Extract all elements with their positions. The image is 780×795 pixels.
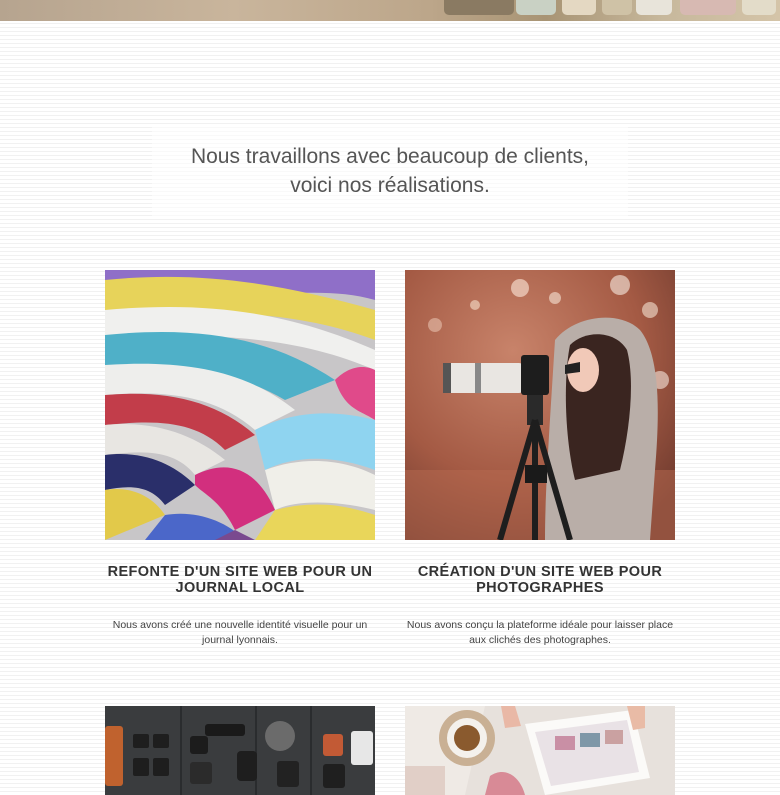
project-image-camera-gear[interactable] — [105, 706, 375, 795]
project-card[interactable]: REFONTE D'UN SITE WEB POUR UN JOURNAL LO… — [105, 270, 375, 647]
project-card[interactable] — [405, 706, 675, 795]
project-title[interactable]: CRÉATION D'UN SITE WEB POUR PHOTOGRAPHES — [405, 564, 675, 596]
intro-box: Nous travaillons avec beaucoup de client… — [152, 124, 628, 218]
project-card[interactable]: CRÉATION D'UN SITE WEB POUR PHOTOGRAPHES… — [405, 270, 675, 647]
intro-heading: Nous travaillons avec beaucoup de client… — [191, 142, 589, 200]
project-title[interactable]: REFONTE D'UN SITE WEB POUR UN JOURNAL LO… — [105, 564, 375, 596]
project-image-photographer[interactable] — [405, 270, 675, 540]
intro-line-2: voici nos réalisations. — [290, 174, 490, 197]
project-image-magazines[interactable] — [105, 270, 375, 540]
top-banner-image — [0, 0, 780, 21]
intro-line-1: Nous travaillons avec beaucoup de client… — [190, 145, 590, 168]
project-description: Nous avons conçu la plateforme idéale po… — [406, 619, 674, 646]
project-image-tablet-desk[interactable] — [405, 706, 675, 795]
project-description: Nous avons créé une nouvelle identité vi… — [112, 619, 368, 646]
project-card[interactable] — [105, 706, 375, 795]
